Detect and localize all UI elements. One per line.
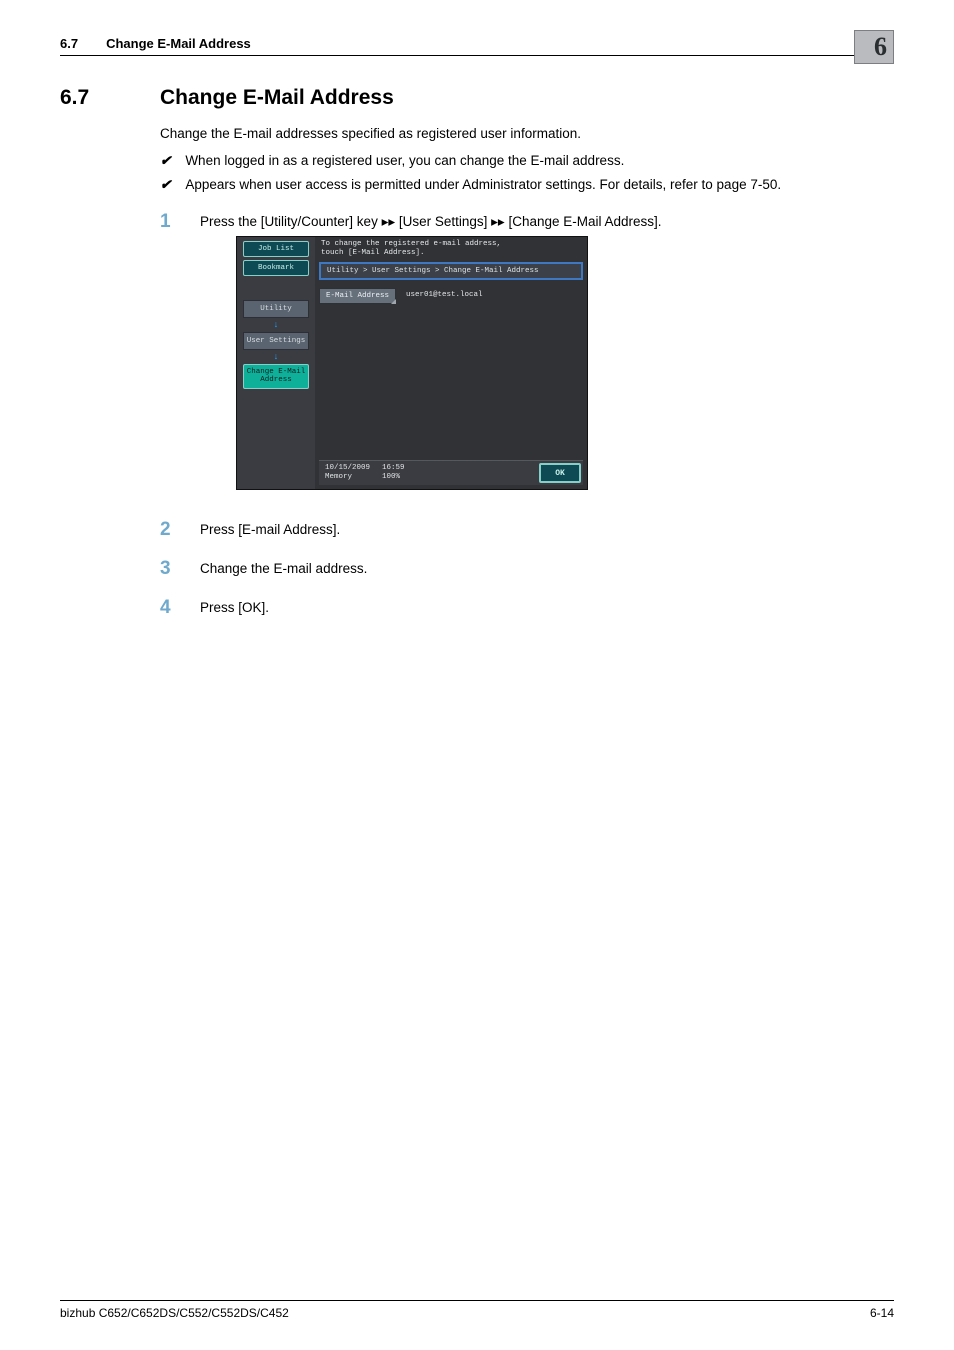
section-heading: 6.7Change E-Mail Address (60, 86, 894, 110)
step-text: Press [E-mail Address]. (200, 522, 340, 537)
check-text: When logged in as a registered user, you… (185, 151, 624, 171)
page-footer: bizhub C652/C652DS/C552/C552DS/C452 6-14 (60, 1300, 894, 1320)
ok-button[interactable]: OK (539, 463, 581, 483)
chapter-tab: 6 (854, 30, 894, 64)
heading-title: Change E-Mail Address (160, 86, 394, 109)
step-number: 4 (160, 598, 174, 619)
check-item: ✔ Appears when user access is permitted … (160, 175, 894, 195)
step-item: 2 Press [E-mail Address]. (160, 520, 894, 541)
check-icon: ✔ (160, 151, 171, 171)
step-number: 1 (160, 212, 174, 502)
step-item: 1 Press the [Utility/Counter] key ▸▸ [Us… (160, 212, 894, 502)
intro-paragraph: Change the E-mail addresses specified as… (160, 124, 894, 144)
heading-number: 6.7 (60, 86, 160, 110)
header-section-title: Change E-Mail Address (106, 36, 251, 51)
arrow-down-icon: ↓ (243, 321, 309, 329)
device-screenshot: Job List Bookmark Utility ↓ User Setting… (236, 236, 588, 490)
chapter-number: 6 (874, 32, 887, 62)
check-icon: ✔ (160, 175, 171, 195)
header-section-number: 6.7 (60, 36, 78, 51)
sidebar-item-user-settings[interactable]: User Settings (243, 332, 309, 350)
step-number: 2 (160, 520, 174, 541)
breadcrumb: Utility > User Settings > Change E-Mail … (319, 262, 583, 280)
sidebar-item-change-email[interactable]: Change E-Mail Address (243, 364, 309, 389)
step-list: 1 Press the [Utility/Counter] key ▸▸ [Us… (160, 212, 894, 619)
status-time: 16:59 (382, 464, 405, 473)
status-memory-label: Memory (325, 473, 370, 482)
arrow-down-icon: ↓ (243, 353, 309, 361)
status-date: 10/15/2009 (325, 464, 370, 473)
tab-bookmark[interactable]: Bookmark (243, 260, 309, 276)
running-header: 6.7 Change E-Mail Address (60, 36, 894, 56)
footer-page: 6-14 (870, 1306, 894, 1320)
step-text: Press the [Utility/Counter] key ▸▸ [User… (200, 214, 662, 229)
email-address-value: user01@test.local (400, 288, 489, 304)
check-text: Appears when user access is permitted un… (185, 175, 781, 195)
step-text: Press [OK]. (200, 600, 269, 615)
step-item: 3 Change the E-mail address. (160, 559, 894, 580)
status-bar: 10/15/2009 Memory 16:59 100% (319, 461, 539, 485)
check-item: ✔ When logged in as a registered user, y… (160, 151, 894, 171)
email-address-button[interactable]: E-Mail Address (319, 288, 396, 304)
step-number: 3 (160, 559, 174, 580)
step-text: Change the E-mail address. (200, 561, 367, 576)
footer-model: bizhub C652/C652DS/C552/C552DS/C452 (60, 1306, 289, 1320)
step-item: 4 Press [OK]. (160, 598, 894, 619)
sidebar-item-utility[interactable]: Utility (243, 300, 309, 318)
status-memory-value: 100% (382, 473, 405, 482)
tab-job-list[interactable]: Job List (243, 241, 309, 257)
check-list: ✔ When logged in as a registered user, y… (160, 151, 894, 194)
instruction-text: To change the registered e-mail address,… (315, 237, 587, 260)
